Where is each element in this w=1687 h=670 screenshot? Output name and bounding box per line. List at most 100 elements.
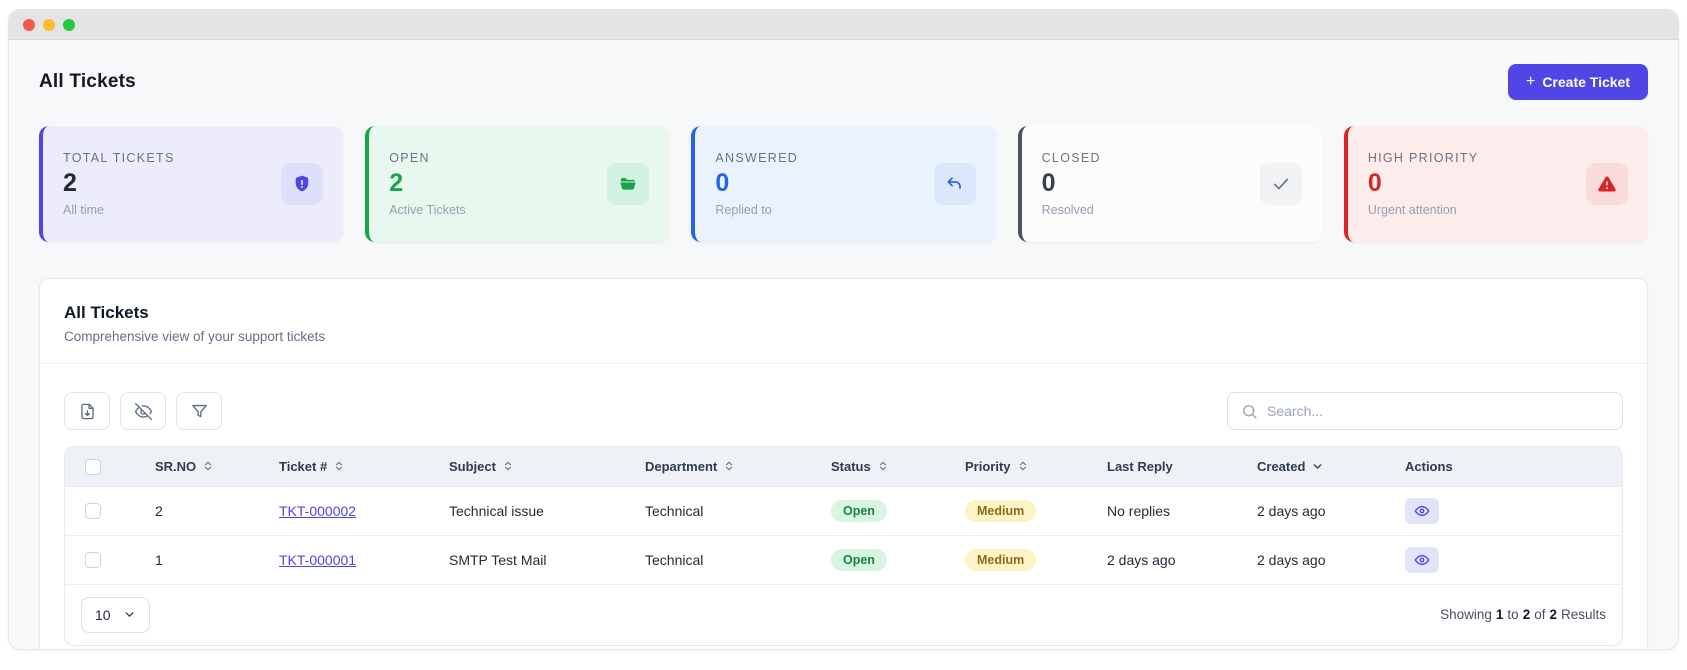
view-ticket-button[interactable] <box>1405 497 1439 524</box>
file-download-icon <box>78 402 97 421</box>
panel-body: SR.NO Ticket # Subject <box>40 364 1647 649</box>
window-titlebar <box>9 10 1678 40</box>
toolbar-button-group <box>64 392 222 430</box>
stat-value: 2 <box>389 169 404 198</box>
priority-badge: Medium <box>965 499 1037 522</box>
stat-caption: All time <box>63 202 104 217</box>
view-ticket-button[interactable] <box>1405 546 1439 573</box>
stat-label: ANSWERED <box>715 151 799 166</box>
search-box <box>1227 392 1623 430</box>
export-button[interactable] <box>64 392 110 430</box>
table-row: 2 TKT-000002 Technical issue Technical O… <box>65 485 1622 536</box>
row-checkbox[interactable] <box>85 552 101 569</box>
stat-card-answered: ANSWERED 0 Replied to <box>691 126 996 242</box>
results-summary: Showing 1 to 2 of 2 Results <box>1440 607 1606 623</box>
panel-title: All Tickets <box>64 303 149 322</box>
reply-icon <box>933 163 976 205</box>
table-header-row: SR.NO Ticket # Subject Department Status… <box>65 447 1622 487</box>
page-header: All Tickets + Create Ticket <box>39 40 1648 100</box>
close-window-button[interactable] <box>23 18 35 31</box>
column-header-last-reply: Last Reply <box>1107 458 1173 474</box>
stat-label: TOTAL TICKETS <box>63 151 175 166</box>
stat-label: CLOSED <box>1041 151 1101 166</box>
tickets-panel: All Tickets Comprehensive view of your s… <box>39 278 1648 649</box>
folder-open-icon <box>607 163 650 205</box>
tickets-table: SR.NO Ticket # Subject Department Status… <box>65 447 1622 584</box>
page-title: All Tickets <box>39 71 136 92</box>
create-ticket-button[interactable]: + Create Ticket <box>1507 64 1648 100</box>
app-window: All Tickets + Create Ticket TOTAL TICKET… <box>8 9 1679 650</box>
cell-subject: Technical issue <box>437 485 633 536</box>
create-ticket-label: Create Ticket <box>1542 74 1630 90</box>
column-header-created[interactable]: Created <box>1245 447 1393 486</box>
stat-card-total-tickets: TOTAL TICKETS 2 All time <box>39 126 344 242</box>
search-input[interactable] <box>1267 403 1609 419</box>
sort-icon <box>333 460 345 472</box>
cell-created: 2 days ago <box>1245 485 1393 536</box>
select-all-checkbox[interactable] <box>85 458 101 475</box>
filter-button[interactable] <box>176 392 222 430</box>
status-badge: Open <box>831 499 887 522</box>
filter-icon <box>190 402 209 421</box>
check-icon <box>1259 163 1302 205</box>
page-content: All Tickets + Create Ticket TOTAL TICKET… <box>9 40 1678 649</box>
column-header-ticket[interactable]: Ticket # <box>267 447 437 486</box>
stat-value: 2 <box>63 169 77 198</box>
stat-caption: Replied to <box>715 202 772 217</box>
table-toolbar <box>64 392 1623 430</box>
stat-caption: Active Tickets <box>389 202 466 217</box>
stat-label: OPEN <box>389 151 430 166</box>
row-checkbox[interactable] <box>85 503 101 520</box>
panel-subtitle: Comprehensive view of your support ticke… <box>64 329 326 344</box>
eye-icon <box>1414 552 1430 568</box>
chevron-down-icon <box>1311 460 1324 473</box>
column-header-department[interactable]: Department <box>633 447 819 486</box>
toggle-columns-button[interactable] <box>120 392 166 430</box>
panel-header: All Tickets Comprehensive view of your s… <box>40 279 1647 364</box>
cell-created: 2 days ago <box>1245 534 1393 584</box>
stat-caption: Urgent attention <box>1367 202 1457 217</box>
cell-department: Technical <box>633 534 819 584</box>
sort-icon <box>1017 460 1029 472</box>
minimize-window-button[interactable] <box>43 18 55 31</box>
eye-icon <box>1414 503 1430 519</box>
column-header-priority[interactable]: Priority <box>953 447 1095 486</box>
sort-icon <box>723 460 735 472</box>
column-header-subject[interactable]: Subject <box>437 447 633 486</box>
cell-srno: 2 <box>139 485 267 536</box>
cell-last-reply: No replies <box>1095 485 1245 536</box>
ticket-link[interactable]: TKT-000001 <box>279 552 356 568</box>
column-header-status[interactable]: Status <box>819 447 953 486</box>
stat-value: 0 <box>1041 169 1056 198</box>
stat-caption: Resolved <box>1041 202 1094 217</box>
tickets-table-container: SR.NO Ticket # Subject Department Status… <box>64 446 1623 646</box>
table-row: 1 TKT-000001 SMTP Test Mail Technical Op… <box>65 534 1622 584</box>
cell-subject: SMTP Test Mail <box>437 534 633 584</box>
sort-icon <box>502 460 514 472</box>
stats-row: TOTAL TICKETS 2 All time OPEN 2 Active T… <box>39 126 1649 242</box>
column-header-actions: Actions <box>1405 458 1453 474</box>
column-header-srno[interactable]: SR.NO <box>139 447 267 486</box>
search-icon <box>1241 403 1258 420</box>
page-size-select[interactable]: 10 <box>81 596 150 633</box>
chevron-down-icon <box>123 608 136 621</box>
stat-card-high-priority: HIGH PRIORITY 0 Urgent attention <box>1343 126 1649 242</box>
sort-icon <box>877 460 889 472</box>
cell-srno: 1 <box>139 534 267 584</box>
stat-value: 0 <box>1367 169 1382 198</box>
status-badge: Open <box>831 548 887 571</box>
plus-icon: + <box>1525 73 1536 90</box>
table-footer: 10 Showing 1 to 2 of 2 Results <box>65 583 1622 645</box>
cell-department: Technical <box>633 485 819 536</box>
cell-last-reply: 2 days ago <box>1095 534 1245 584</box>
stat-label: HIGH PRIORITY <box>1367 151 1479 166</box>
eye-off-icon <box>134 402 153 421</box>
page-size-value: 10 <box>95 606 111 623</box>
stat-card-closed: CLOSED 0 Resolved <box>1017 126 1322 242</box>
ticket-link[interactable]: TKT-000002 <box>279 503 356 519</box>
stat-card-open: OPEN 2 Active Tickets <box>365 126 670 242</box>
sort-icon <box>202 460 214 472</box>
stat-value: 0 <box>715 169 730 198</box>
zoom-window-button[interactable] <box>63 18 75 31</box>
priority-badge: Medium <box>965 548 1037 571</box>
